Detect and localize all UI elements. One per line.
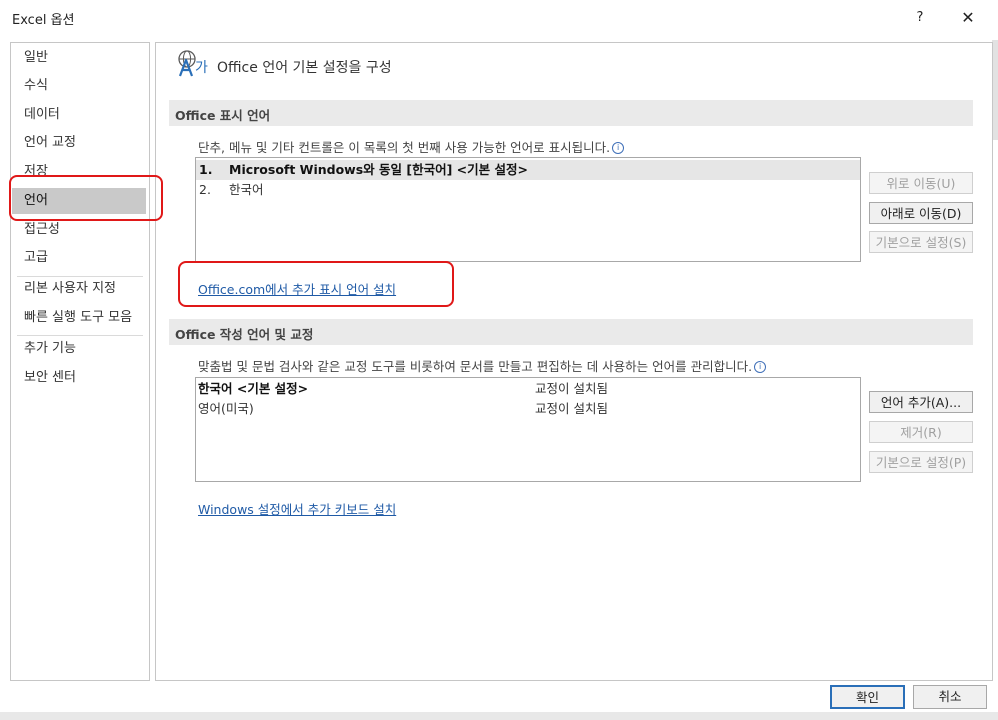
sidebar-item-trust-center[interactable]: 보안 센터 [12,365,146,391]
sidebar-item-general[interactable]: 일반 [12,45,146,71]
svg-text:가: 가 [195,60,208,76]
proofing-status: 교정이 설치됨 [535,381,608,396]
authoring-language-description: 맞춤법 및 문법 검사와 같은 교정 도구를 비롯하여 문서를 만들고 편집하는… [198,356,767,375]
sidebar-item-add-ins[interactable]: 추가 기능 [12,336,146,362]
info-icon[interactable]: i [754,361,767,373]
background-sheet-tabs [0,712,998,720]
sidebar-item-proofing[interactable]: 언어 교정 [12,130,146,156]
move-down-button[interactable]: 아래로 이동(D) [869,202,973,224]
install-keyboard-link[interactable]: Windows 설정에서 추가 키보드 설치 [198,499,396,518]
title-bar [0,0,998,36]
authoring-language-section-header: Office 작성 언어 및 교정 [169,319,973,345]
language-settings-icon: 가 [176,48,216,82]
description-text: 맞춤법 및 문법 검사와 같은 교정 도구를 비롯하여 문서를 만들고 편집하는… [198,359,753,374]
display-language-section-header: Office 표시 언어 [169,100,973,126]
annotation-highlight-link [178,261,454,307]
cancel-button[interactable]: 취소 [913,685,987,709]
list-item[interactable]: 1. Microsoft Windows와 동일 [한국어] <기본 설정> [196,160,860,180]
list-item[interactable]: 영어(미국) 교정이 설치됨 [196,399,860,419]
move-up-button[interactable]: 위로 이동(U) [869,172,973,194]
description-text: 단추, 메뉴 및 기타 컨트롤은 이 목록의 첫 번째 사용 가능한 언어로 표… [198,140,611,155]
list-item[interactable]: 한국어 <기본 설정> 교정이 설치됨 [196,379,860,399]
close-button[interactable]: ✕ [954,6,982,30]
info-icon[interactable]: i [612,142,625,154]
section-title: Office 작성 언어 및 교정 [175,327,314,342]
proofing-status: 교정이 설치됨 [535,401,608,416]
list-item[interactable]: 2. 한국어 [196,180,860,200]
ok-button[interactable]: 확인 [830,685,905,709]
annotation-highlight-language [9,175,163,221]
set-default-authoring-button[interactable]: 기본으로 설정(P) [869,451,973,473]
sidebar-item-customize-ribbon[interactable]: 리본 사용자 지정 [12,276,146,302]
list-item-label: Microsoft Windows와 동일 [한국어] <기본 설정> [229,162,528,177]
sidebar-item-formulas[interactable]: 수식 [12,73,146,99]
window-title: Excel 옵션 [12,13,75,28]
section-title: Office 표시 언어 [175,108,271,123]
list-item-number: 1. [199,162,213,177]
list-item-label: 한국어 [229,182,264,197]
page-title: Office 언어 기본 설정을 구성 [217,60,392,76]
add-language-button[interactable]: 언어 추가(A)... [869,391,973,413]
set-default-display-button[interactable]: 기본으로 설정(S) [869,231,973,253]
list-item-number: 2. [199,182,211,197]
authoring-language-list[interactable]: 한국어 <기본 설정> 교정이 설치됨 영어(미국) 교정이 설치됨 [195,377,861,482]
sidebar-item-data[interactable]: 데이터 [12,102,146,128]
display-language-list[interactable]: 1. Microsoft Windows와 동일 [한국어] <기본 설정> 2… [195,157,861,262]
sidebar-item-advanced[interactable]: 고급 [12,245,146,271]
display-language-description: 단추, 메뉴 및 기타 컨트롤은 이 목록의 첫 번째 사용 가능한 언어로 표… [198,137,625,156]
list-item-label: 영어(미국) [198,401,254,416]
help-button[interactable]: ? [906,6,934,30]
sidebar-item-quick-access-toolbar[interactable]: 빠른 실행 도구 모음 [12,305,146,331]
list-item-label: 한국어 <기본 설정> [198,381,309,396]
remove-language-button[interactable]: 제거(R) [869,421,973,443]
options-sidebar: 일반 수식 데이터 언어 교정 저장 언어 접근성 고급 리본 사용자 지정 빠… [10,42,150,681]
